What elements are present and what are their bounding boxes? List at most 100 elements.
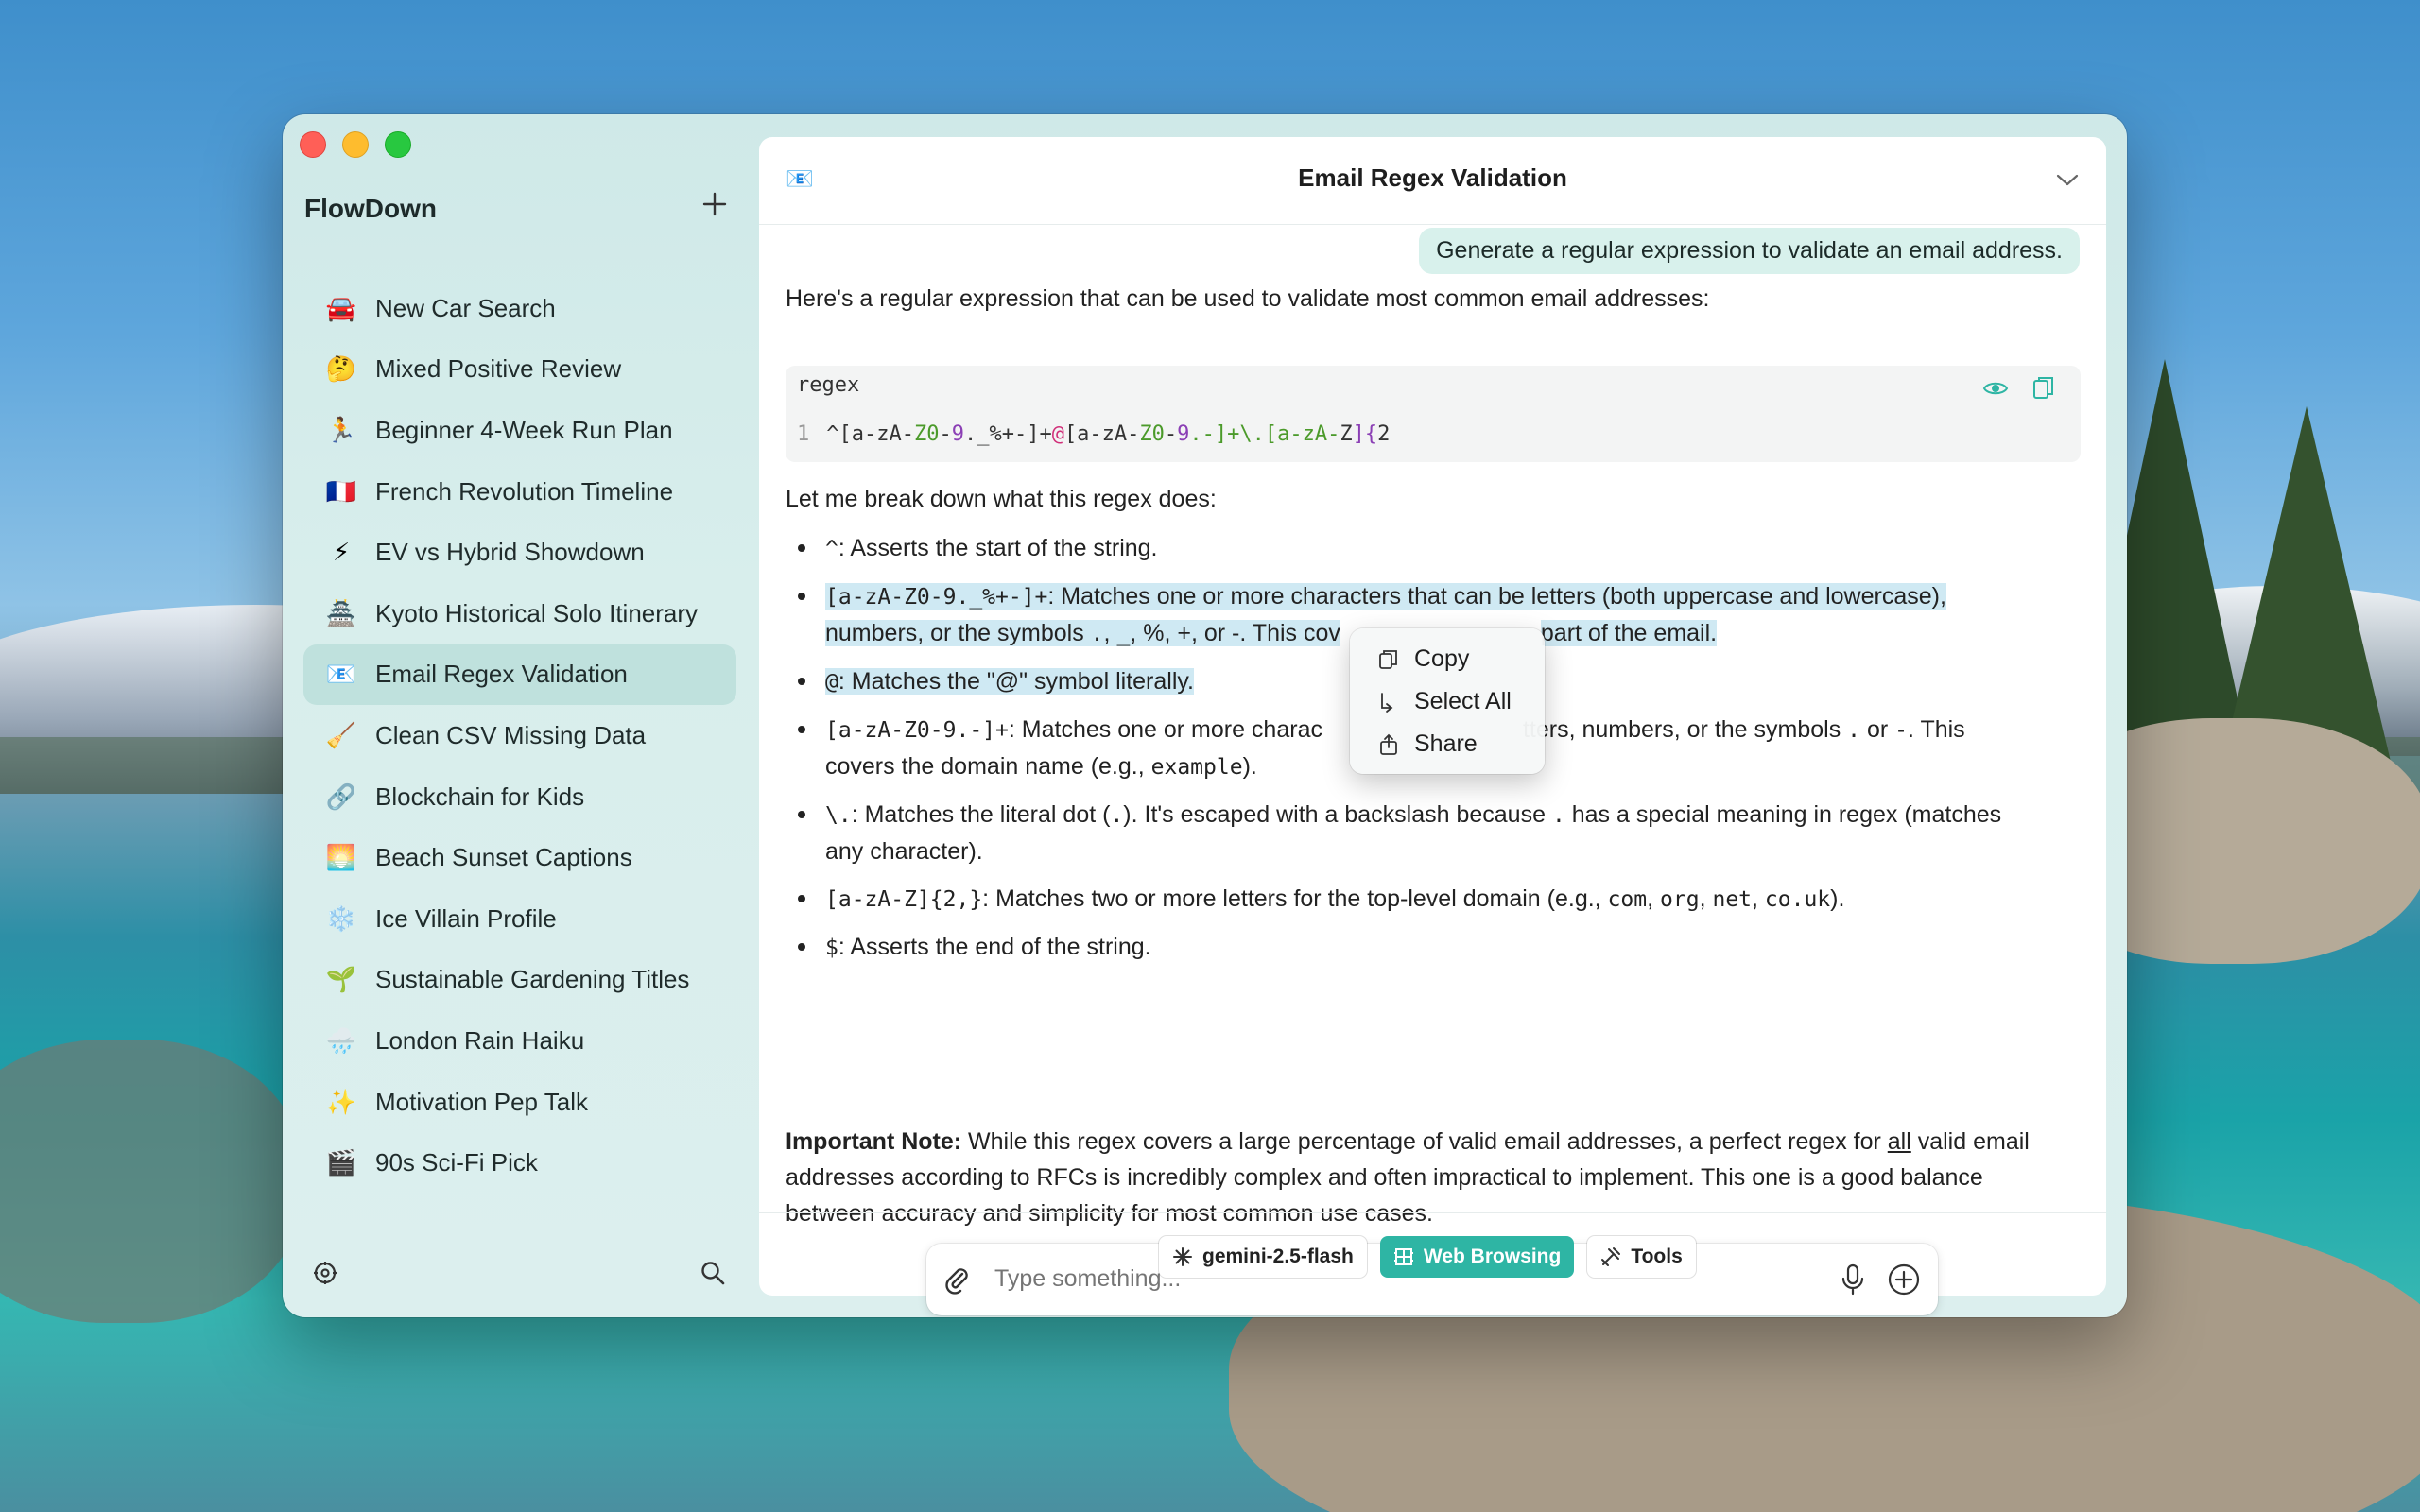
conversation-item[interactable]: 🎬 90s Sci-Fi Pick <box>303 1132 736 1194</box>
list-text: : Matches one or more charac <box>1008 716 1322 743</box>
voice-input-button[interactable] <box>1838 1263 1868 1297</box>
conversation-item[interactable]: ❄️ Ice Villain Profile <box>303 888 736 950</box>
conversation-label: Email Regex Validation <box>375 660 628 689</box>
inline-code: ^ <box>825 537 838 561</box>
paperclip-icon <box>945 1268 968 1295</box>
microphone-icon <box>1841 1263 1864 1296</box>
conversation-item[interactable]: 🏯 Kyoto Historical Solo Itinerary <box>303 583 736 644</box>
add-button[interactable] <box>1887 1263 1921 1297</box>
conversation-item[interactable]: 🌅 Beach Sunset Captions <box>303 827 736 888</box>
share-icon <box>1380 733 1397 755</box>
conversation-emoji: 🤔 <box>325 354 357 384</box>
list-item: [a-zA-Z]{2,}: Matches two or more letter… <box>793 881 2060 918</box>
conversation-label: Sustainable Gardening Titles <box>375 965 690 994</box>
settings-button[interactable] <box>311 1259 339 1287</box>
inline-code: \. <box>825 803 852 828</box>
inline-code: [a-zA-Z0-9.-]+ <box>825 718 1009 743</box>
copy-code-button[interactable] <box>2031 375 2056 402</box>
inline-code: . <box>1090 622 1104 646</box>
conversation-item[interactable]: ✨ Motivation Pep Talk <box>303 1072 736 1133</box>
list-text: % <box>1143 620 1165 646</box>
list-text: , <box>1647 885 1661 912</box>
inline-code: [a-zA-Z0-9._%+-]+ <box>825 585 1048 610</box>
new-conversation-button[interactable] <box>699 190 731 222</box>
sidebar: FlowDown 🚘 New Car Search 🤔 Mixed Positive… <box>283 114 746 1317</box>
conversation-label: Mixed Positive Review <box>375 354 622 384</box>
user-message[interactable]: Generate a regular expression to validat… <box>1419 228 2080 274</box>
conversation-label: New Car Search <box>375 293 556 322</box>
eye-icon <box>1982 382 2009 395</box>
list-text: any character). <box>825 838 983 865</box>
code-token: 9 <box>951 422 964 446</box>
conversation-item[interactable]: 🤔 Mixed Positive Review <box>303 339 736 401</box>
code-token: - <box>939 422 952 446</box>
plus-icon <box>702 192 727 216</box>
inline-code: . <box>1847 718 1861 743</box>
inline-code: . <box>1551 803 1565 828</box>
web-browsing-toggle[interactable]: Web Browsing <box>1379 1236 1575 1278</box>
list-text: , <box>1103 620 1117 646</box>
list-item: $: Asserts the end of the string. <box>793 929 2060 966</box>
chat-title: Email Regex Validation <box>1298 163 1567 192</box>
list-text: ). <box>1830 885 1845 912</box>
attach-button[interactable] <box>942 1264 972 1295</box>
gear-icon <box>314 1262 337 1284</box>
conversation-item[interactable]: ⚡ EV vs Hybrid Showdown <box>303 522 736 583</box>
header-menu-button[interactable] <box>2053 165 2082 194</box>
conversation-emoji: 🧹 <box>325 720 357 749</box>
web-browsing-label: Web Browsing <box>1423 1246 1562 1267</box>
conversation-emoji: 🔗 <box>325 782 357 811</box>
conversation-item[interactable]: 🇫🇷 French Revolution Timeline <box>303 461 736 523</box>
search-button[interactable] <box>699 1259 727 1287</box>
conversation-emoji: 🌧️ <box>325 1025 357 1055</box>
globe-grid-icon <box>1393 1248 1413 1265</box>
conversation-emoji: ✨ <box>325 1087 357 1116</box>
inline-code: @ <box>825 670 838 695</box>
inline-code: _ <box>1116 622 1131 646</box>
tools-chip[interactable]: Tools <box>1587 1236 1696 1278</box>
conversation-label: London Rain Haiku <box>375 1025 585 1055</box>
list-text: , or <box>1190 620 1233 646</box>
conversation-item[interactable]: 🚘 New Car Search <box>303 278 736 339</box>
list-text: . This <box>1908 716 1965 743</box>
conversation-item[interactable]: 🏃 Beginner 4-Week Run Plan <box>303 400 736 461</box>
app-title: FlowDown <box>304 194 437 223</box>
preview-button[interactable] <box>1982 375 2009 402</box>
composer-options: gemini-2.5-flash Web Browsing Tools <box>1159 1236 1696 1278</box>
conversation-emoji: 🌱 <box>325 965 357 994</box>
menu-item-copy[interactable]: Copy <box>1350 638 1545 680</box>
inline-code: net <box>1712 887 1753 912</box>
conversation-label: Kyoto Historical Solo Itinerary <box>375 598 699 627</box>
conversation-label: Ice Villain Profile <box>375 903 557 933</box>
list-text: + <box>1177 620 1191 646</box>
list-text: : Matches one or more characters that ca… <box>1047 583 1946 610</box>
conversation-label: French Revolution Timeline <box>375 476 674 506</box>
menu-item-share[interactable]: Share <box>1350 723 1545 765</box>
conversation-emoji: 🏯 <box>325 598 357 627</box>
conversation-item[interactable]: 🌱 Sustainable Gardening Titles <box>303 950 736 1011</box>
conversation-emoji: ⚡ <box>332 538 351 567</box>
conversation-item[interactable]: 🧹 Clean CSV Missing Data <box>303 705 736 766</box>
code-line: 1 ^[a-zA-Z0-9._%+-]+@[a-zA-Z0-9.-]+\.[a-z… <box>797 422 1390 446</box>
note-text: valid email <box>1910 1128 2030 1155</box>
inline-code: com <box>1607 887 1648 912</box>
code-language: regex <box>797 373 860 397</box>
menu-item-label: Share <box>1414 730 1478 757</box>
conversation-emoji: 🚘 <box>325 293 357 322</box>
list-text: or <box>1860 716 1895 743</box>
conversation-emoji: 📧 <box>325 660 357 689</box>
inline-code: . <box>1110 803 1124 828</box>
conversation-item[interactable]: 🔗 Blockchain for Kids <box>303 766 736 828</box>
conversation-item[interactable]: 🌧️ London Rain Haiku <box>303 1010 736 1072</box>
conversation-emoji: 🏃 <box>325 415 357 444</box>
context-menu: Copy Select All Share <box>1350 628 1545 774</box>
menu-item-select-all[interactable]: Select All <box>1350 680 1545 723</box>
conversation-label: Blockchain for Kids <box>375 782 585 811</box>
list-text: ). It's escaped with a backslash because <box>1123 801 1552 828</box>
list-text: ). <box>1242 753 1257 780</box>
note-text: addresses according to RFCs is incredibl… <box>786 1164 1983 1191</box>
list-text: : Asserts the end of the string. <box>838 934 1151 960</box>
conversation-item-active[interactable]: 📧 Email Regex Validation <box>303 644 736 706</box>
model-selector-chip[interactable]: gemini-2.5-flash <box>1159 1236 1367 1278</box>
list-text: : Matches the "@" symbol literally. <box>838 668 1194 695</box>
